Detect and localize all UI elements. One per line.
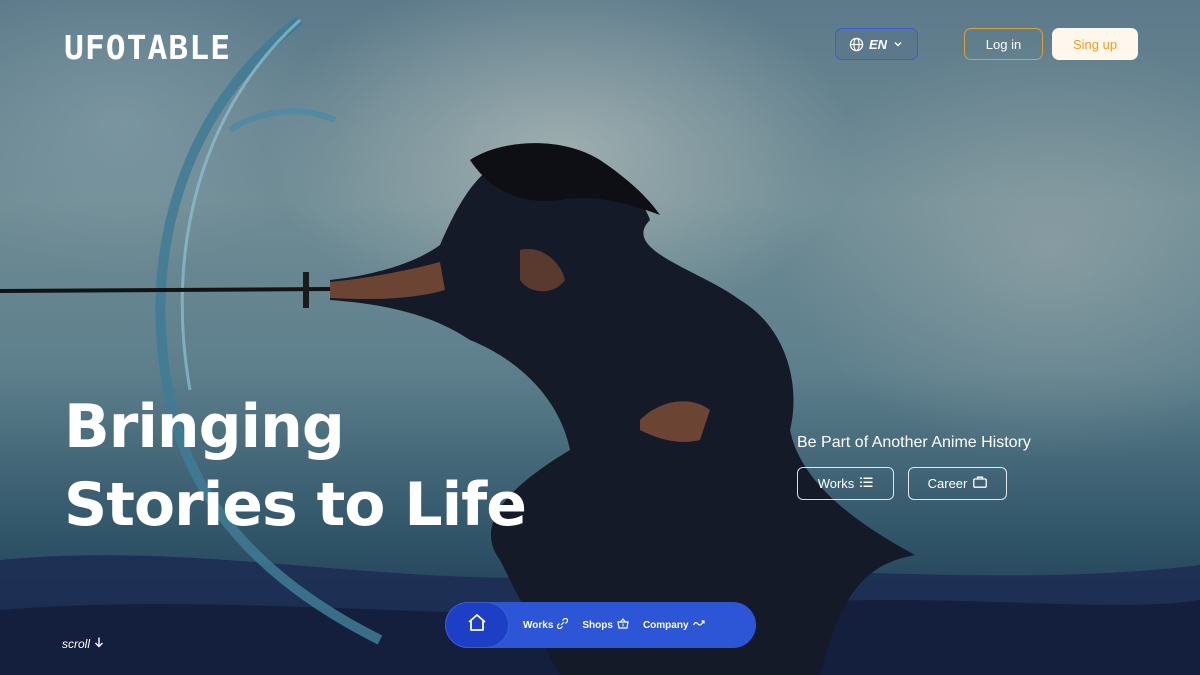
list-icon xyxy=(860,476,873,491)
wave-icon xyxy=(692,619,705,631)
home-icon xyxy=(467,613,487,637)
nav-home-button[interactable] xyxy=(445,602,509,648)
nav-works-label: Works xyxy=(523,619,554,631)
career-button-label: Career xyxy=(927,476,968,491)
works-button-label: Works xyxy=(817,476,855,491)
globe-icon xyxy=(849,37,864,52)
language-label: EN xyxy=(868,36,888,52)
login-button[interactable]: Log in xyxy=(964,28,1043,60)
signup-button[interactable]: Sing up xyxy=(1052,28,1138,60)
scroll-hint[interactable]: scroll xyxy=(62,637,104,651)
language-selector[interactable]: EN xyxy=(835,28,918,60)
arrow-down-icon xyxy=(94,637,104,651)
bottom-navigation: Works Shops Company xyxy=(445,602,756,648)
scroll-label: scroll xyxy=(62,637,91,651)
nav-company-label: Company xyxy=(642,619,689,631)
chevron-down-icon xyxy=(892,38,904,50)
hero-illustration xyxy=(0,16,1200,675)
brand-logo[interactable]: UFOTABLE xyxy=(64,28,231,67)
briefcase-icon xyxy=(973,476,988,491)
nav-shops-label: Shops xyxy=(582,619,613,631)
headline-line-1: Bringing xyxy=(64,392,345,462)
basket-icon xyxy=(617,618,629,632)
headline-line-2: Stories to Life xyxy=(64,470,527,540)
hero-tagline: Be Part of Another Anime History xyxy=(797,434,1031,451)
nav-item-shops[interactable]: Shops xyxy=(582,618,629,632)
nav-item-works[interactable]: Works xyxy=(523,617,569,632)
nav-item-company[interactable]: Company xyxy=(643,619,705,631)
link-icon xyxy=(557,617,569,632)
career-button[interactable]: Career xyxy=(908,467,1007,500)
hero-headline: Bringing Stories to Life xyxy=(64,388,527,544)
works-button[interactable]: Works xyxy=(797,467,894,500)
